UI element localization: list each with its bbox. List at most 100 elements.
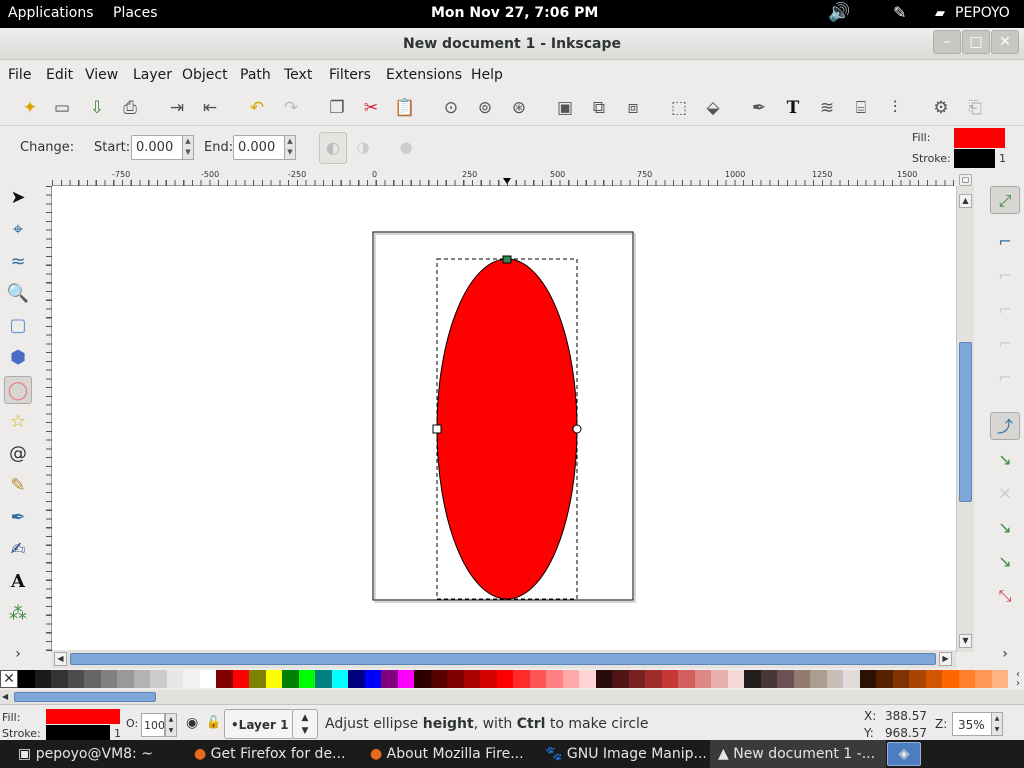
palette-swatch[interactable] — [562, 670, 579, 688]
spray-tool-icon[interactable]: ⁂ — [4, 600, 32, 628]
ungroup-icon[interactable]: ⬙ — [701, 96, 725, 120]
palette-swatch[interactable] — [496, 670, 513, 688]
text-tool-icon[interactable]: A — [4, 568, 32, 596]
palette-swatch[interactable] — [876, 670, 893, 688]
whole-ellipse-button[interactable]: ◐ — [319, 132, 347, 164]
zoom-input[interactable]: 35% — [952, 712, 992, 736]
menu-filters[interactable]: Filters — [329, 67, 371, 83]
palette-swatch[interactable] — [150, 670, 167, 688]
palette-swatch[interactable] — [183, 670, 200, 688]
unlink-clone-icon[interactable]: ⧈ — [621, 96, 645, 120]
palette-swatch[interactable] — [133, 670, 150, 688]
snap-cusp-nodes-icon[interactable]: ↘ — [990, 514, 1020, 542]
palette-swatch[interactable] — [100, 670, 117, 688]
palette-swatch[interactable] — [84, 670, 101, 688]
width-handle[interactable] — [432, 424, 442, 434]
paste-icon[interactable]: 📋 — [393, 96, 417, 120]
palette-swatch[interactable] — [579, 670, 596, 688]
clock[interactable]: Mon Nov 27, 7:06 PM — [431, 5, 598, 21]
align-icon[interactable]: ⫶ — [883, 96, 907, 120]
eye-icon[interactable]: ◉ — [186, 715, 198, 731]
palette-swatch[interactable] — [331, 670, 348, 688]
menu-text[interactable]: Text — [284, 67, 312, 83]
menu-object[interactable]: Object — [182, 67, 228, 83]
scroll-left-button[interactable]: ◀ — [54, 652, 67, 666]
enable-snapping-icon[interactable]: ⤢ — [990, 186, 1020, 214]
palette-swatch[interactable] — [529, 670, 546, 688]
scroll-corner-button[interactable]: ▢ — [959, 174, 972, 186]
menu-help[interactable]: Help — [471, 67, 503, 83]
palette-swatch[interactable] — [744, 670, 761, 688]
open-icon[interactable]: ▭ — [50, 96, 74, 120]
text-tool-icon[interactable]: T — [781, 96, 805, 120]
import-doc-icon[interactable]: ⇥ — [165, 96, 189, 120]
palette-swatch[interactable] — [958, 670, 975, 688]
palette-swatch[interactable] — [364, 670, 381, 688]
palette-swatch[interactable] — [975, 670, 992, 688]
minimize-button[interactable]: – — [933, 30, 961, 54]
redo-icon[interactable]: ↷ — [279, 96, 303, 120]
palette-swatch[interactable] — [678, 670, 695, 688]
3d-box-tool-icon[interactable]: ⬢ — [4, 344, 32, 372]
spiral-tool-icon[interactable]: @ — [4, 440, 32, 468]
palette-swatch[interactable] — [810, 670, 827, 688]
no-paint-swatch[interactable]: ✕ — [0, 670, 18, 688]
xml-editor-icon[interactable]: ⌸ — [849, 96, 873, 120]
palette-swatch[interactable] — [760, 670, 777, 688]
vertical-scrollbar[interactable]: ▢ ▲ ▼ — [956, 174, 974, 652]
chat-icon[interactable]: ▰ — [935, 6, 945, 21]
palette-swatch[interactable] — [843, 670, 860, 688]
palette-swatch[interactable] — [513, 670, 530, 688]
menu-layer[interactable]: Layer — [133, 67, 172, 83]
snap-paths-icon[interactable]: ↘ — [990, 446, 1020, 474]
pen-tool-icon[interactable]: ✒ — [4, 504, 32, 532]
clone-icon[interactable]: ⧉ — [587, 96, 611, 120]
palette-swatch[interactable] — [777, 670, 794, 688]
palette-swatch[interactable] — [18, 670, 35, 688]
menu-extensions[interactable]: Extensions — [386, 67, 462, 83]
workspace-switcher[interactable]: ◈ — [887, 742, 921, 766]
snap-bbox-corners-icon[interactable]: ⌐ — [990, 296, 1020, 324]
snap-bbox-midpoints-icon[interactable]: ⌐ — [990, 330, 1020, 358]
task-terminal[interactable]: ▣ pepoyo@VM8: ~ — [0, 740, 188, 768]
undo-icon[interactable]: ↶ — [245, 96, 269, 120]
menu-path[interactable]: Path — [240, 67, 271, 83]
palette-swatch[interactable] — [315, 670, 332, 688]
star-tool-icon[interactable]: ☆ — [4, 408, 32, 436]
snapbar-more-icon[interactable]: › — [990, 640, 1020, 668]
palette-swatch[interactable] — [595, 670, 612, 688]
palette-swatch[interactable] — [166, 670, 183, 688]
arc-handle[interactable] — [572, 424, 582, 434]
rectangle-tool-icon[interactable]: ▢ — [4, 312, 32, 340]
snap-bbox-edges-icon[interactable]: ⌐ — [990, 262, 1020, 290]
palette-swatch[interactable] — [942, 670, 959, 688]
task-gimp[interactable]: 🐾 GNU Image Manip... — [543, 740, 715, 768]
new-icon[interactable]: ✦ — [18, 96, 42, 120]
palette-swatch[interactable] — [480, 670, 497, 688]
palette-swatch[interactable] — [925, 670, 942, 688]
start-stepper[interactable]: ▲ ▼ — [182, 135, 194, 160]
palette-swatch[interactable] — [199, 670, 216, 688]
palette-swatch[interactable] — [298, 670, 315, 688]
ellipse-tool-icon[interactable]: ◯ — [4, 376, 32, 404]
places-menu[interactable]: Places — [113, 5, 158, 21]
palette-swatch[interactable] — [612, 670, 629, 688]
status-stroke-swatch[interactable] — [46, 725, 110, 740]
document-properties-icon[interactable]: ⎗ — [963, 96, 987, 120]
layer-selector[interactable]: •Layer 1 — [224, 709, 294, 739]
task-firefox-2[interactable]: ● About Mozilla Fire... — [368, 740, 540, 768]
palette-swatch[interactable] — [628, 670, 645, 688]
palette-swatch[interactable] — [859, 670, 876, 688]
red-ellipse[interactable] — [436, 258, 578, 600]
palette-scrollbar[interactable]: ◀ — [0, 690, 1024, 704]
tweak-tool-icon[interactable]: ≈ — [4, 248, 32, 276]
snap-midpoints-icon[interactable]: ⤡ — [990, 582, 1020, 610]
palette-swatch[interactable] — [249, 670, 266, 688]
palette-scroll-icon[interactable]: ‹ › — [1012, 670, 1024, 689]
snap-smooth-nodes-icon[interactable]: ↘ — [990, 548, 1020, 576]
fill-stroke-icon[interactable]: ✒ — [747, 96, 771, 120]
palette-swatch[interactable] — [711, 670, 728, 688]
duplicate-icon[interactable]: ❐ — [325, 96, 349, 120]
snap-bbox-icon[interactable]: ⌐ — [990, 228, 1020, 256]
palette-swatch[interactable] — [430, 670, 447, 688]
